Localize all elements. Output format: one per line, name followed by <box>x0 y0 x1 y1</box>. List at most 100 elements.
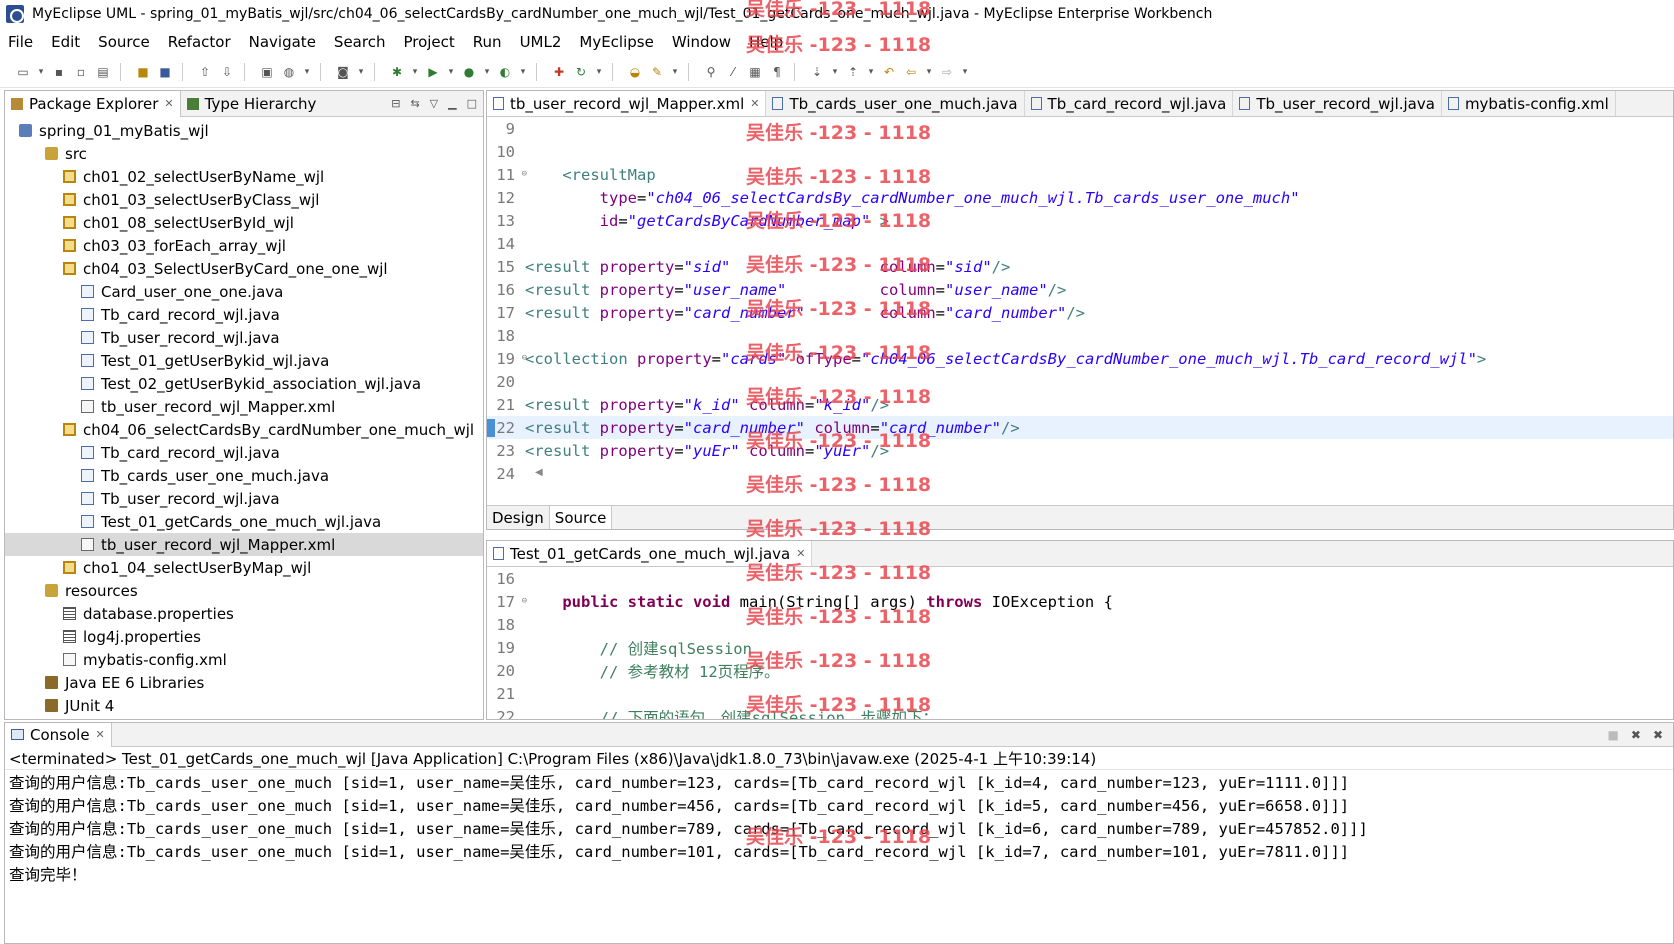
open-perspective-icon[interactable]: ◒ <box>626 64 644 80</box>
browser-icon[interactable]: ◍ <box>280 64 298 80</box>
edit-dropdown-icon[interactable]: ▾ <box>670 64 680 80</box>
link-with-editor-icon[interactable]: ⇆ <box>410 97 419 110</box>
tree-item[interactable]: tb_user_record_wjl_Mapper.xml <box>5 395 483 418</box>
back-dropdown-icon[interactable]: ▾ <box>924 64 934 80</box>
tree-item[interactable]: Tb_user_record_wjl.java <box>5 487 483 510</box>
tree-item[interactable]: Tb_card_record_wjl.java <box>5 303 483 326</box>
next-annotation-dropdown-icon[interactable]: ▾ <box>830 64 840 80</box>
forward-dropdown-icon[interactable]: ▾ <box>960 64 970 80</box>
menu-source[interactable]: Source <box>98 33 150 51</box>
scroll-left-icon[interactable]: ◀ <box>535 467 543 478</box>
menu-project[interactable]: Project <box>403 33 454 51</box>
open-type-icon[interactable]: ■ <box>134 64 152 80</box>
debug-icon[interactable]: ✱ <box>388 64 406 80</box>
tab-type-hierarchy[interactable]: Type Hierarchy <box>181 91 323 117</box>
close-icon[interactable]: ✕ <box>796 547 805 560</box>
coverage-dropdown-icon[interactable]: ▾ <box>482 64 492 80</box>
editor-tab[interactable]: Tb_card_record_wjl.java <box>1025 91 1234 116</box>
remove-all-terminated-icon[interactable]: ✖ <box>1653 728 1663 742</box>
terminate-icon[interactable]: ■ <box>1608 728 1619 742</box>
print-icon[interactable]: ▤ <box>94 64 112 80</box>
tree-item[interactable]: mybatis-config.xml <box>5 648 483 671</box>
tree-item[interactable]: ch04_06_selectCardsBy_cardNumber_one_muc… <box>5 418 483 441</box>
menu-refactor[interactable]: Refactor <box>168 33 231 51</box>
maximize-icon[interactable]: □ <box>467 97 477 110</box>
tab-source[interactable]: Source <box>549 506 613 529</box>
tree-item[interactable]: src <box>5 142 483 165</box>
menu-navigate[interactable]: Navigate <box>249 33 316 51</box>
close-icon[interactable]: ✕ <box>750 97 759 110</box>
tree-item[interactable]: Tb_card_record_wjl.java <box>5 441 483 464</box>
external-tools-dropdown-icon[interactable]: ▾ <box>518 64 528 80</box>
new-dropdown-icon[interactable]: ▾ <box>36 64 46 80</box>
pin-icon[interactable]: ⚲ <box>702 64 720 80</box>
menu-search[interactable]: Search <box>334 33 386 51</box>
xml-source-view[interactable]: 9 10 11 ⊖ <resultMap 12 type="ch04_06_select… <box>487 117 1673 485</box>
tree-item[interactable]: ch01_03_selectUserByClass_wjl <box>5 188 483 211</box>
remove-launch-icon[interactable]: ✖ <box>1631 728 1641 742</box>
tree-item[interactable]: Test_01_getUserBykid_wjl.java <box>5 349 483 372</box>
close-icon[interactable]: ✕ <box>164 97 173 110</box>
view-menu-icon[interactable]: ▽ <box>430 97 438 110</box>
tab-java-file[interactable]: Test_01_getCards_one_much_wjl.java ✕ <box>487 541 813 566</box>
tree-item[interactable]: tb_user_record_wjl_Mapper.xml <box>5 533 483 556</box>
block-select-icon[interactable]: ▦ <box>746 64 764 80</box>
editor-tab[interactable]: tb_user_record_wjl_Mapper.xml ✕ <box>487 91 767 116</box>
previous-annotation-dropdown-icon[interactable]: ▾ <box>866 64 876 80</box>
undeploy-icon[interactable]: ⇩ <box>218 64 236 80</box>
mark-icon[interactable]: ⁄ <box>724 64 742 80</box>
deploy-icon[interactable]: ⇧ <box>196 64 214 80</box>
new-icon[interactable]: ▭ <box>14 64 32 80</box>
tab-console[interactable]: Console ✕ <box>5 722 112 747</box>
tree-item[interactable]: cho1_04_selectUserByMap_wjl <box>5 556 483 579</box>
refresh-icon[interactable]: ↻ <box>572 64 590 80</box>
collapse-all-icon[interactable]: ⊟ <box>391 97 400 110</box>
forward-icon[interactable]: ⇨ <box>938 64 956 80</box>
tree-item[interactable]: Card_user_one_one.java <box>5 280 483 303</box>
menu-uml2[interactable]: UML2 <box>520 33 562 51</box>
tree-item[interactable]: ch03_03_forEach_array_wjl <box>5 234 483 257</box>
edit-icon[interactable]: ✎ <box>648 64 666 80</box>
menu-window[interactable]: Window <box>672 33 731 51</box>
back-icon[interactable]: ⇦ <box>902 64 920 80</box>
fold-toggle-icon[interactable]: ⊖ <box>522 353 527 363</box>
run-dropdown-icon[interactable]: ▾ <box>446 64 456 80</box>
tree-item[interactable]: ch01_08_selectUserById_wjl <box>5 211 483 234</box>
tree-item[interactable]: JUnit 4 <box>5 694 483 717</box>
last-edit-icon[interactable]: ↶ <box>880 64 898 80</box>
external-tools-icon[interactable]: ◐ <box>496 64 514 80</box>
editor-tab[interactable]: Tb_user_record_wjl.java <box>1233 91 1442 116</box>
camera-dropdown-icon[interactable]: ▾ <box>356 64 366 80</box>
tree-item[interactable]: log4j.properties <box>5 625 483 648</box>
menu-help[interactable]: Help <box>749 33 783 51</box>
save-icon[interactable]: ▪ <box>50 64 68 80</box>
coverage-icon[interactable]: ● <box>460 64 478 80</box>
tree-item[interactable]: database.properties <box>5 602 483 625</box>
show-whitespace-icon[interactable]: ¶ <box>768 64 786 80</box>
menu-run[interactable]: Run <box>473 33 502 51</box>
tree-item[interactable]: spring_01_myBatis_wjl <box>5 119 483 142</box>
open-resource-icon[interactable]: ■ <box>156 64 174 80</box>
save-all-icon[interactable]: ▫ <box>72 64 90 80</box>
editor-tab[interactable]: Tb_cards_user_one_much.java <box>766 91 1025 116</box>
java-source-view[interactable]: 16 17 ⊖ public static void main(String[] a… <box>487 567 1673 720</box>
tab-design[interactable]: Design <box>487 506 550 529</box>
fold-toggle-icon[interactable]: ⊖ <box>522 169 527 179</box>
tab-package-explorer[interactable]: Package Explorer ✕ <box>5 90 181 117</box>
minimize-icon[interactable]: ▁ <box>448 97 456 110</box>
tree-item[interactable]: Tb_cards_user_one_much.java <box>5 464 483 487</box>
menu-file[interactable]: File <box>8 33 33 51</box>
debug-dropdown-icon[interactable]: ▾ <box>410 64 420 80</box>
tree-item[interactable]: ch01_02_selectUserByName_wjl <box>5 165 483 188</box>
tree-item[interactable]: Java EE 6 Libraries <box>5 671 483 694</box>
tree-item[interactable]: Tb_user_record_wjl.java <box>5 326 483 349</box>
tree-item[interactable]: Test_02_getUserBykid_association_wjl.jav… <box>5 372 483 395</box>
menu-myeclipse[interactable]: MyEclipse <box>579 33 653 51</box>
server-icon[interactable]: ▣ <box>258 64 276 80</box>
new-java-project-icon[interactable]: ✚ <box>550 64 568 80</box>
browser-dropdown-icon[interactable]: ▾ <box>302 64 312 80</box>
previous-annotation-icon[interactable]: ⇡ <box>844 64 862 80</box>
menu-edit[interactable]: Edit <box>51 33 80 51</box>
run-icon[interactable]: ▶ <box>424 64 442 80</box>
camera-icon[interactable]: ◙ <box>334 64 352 80</box>
